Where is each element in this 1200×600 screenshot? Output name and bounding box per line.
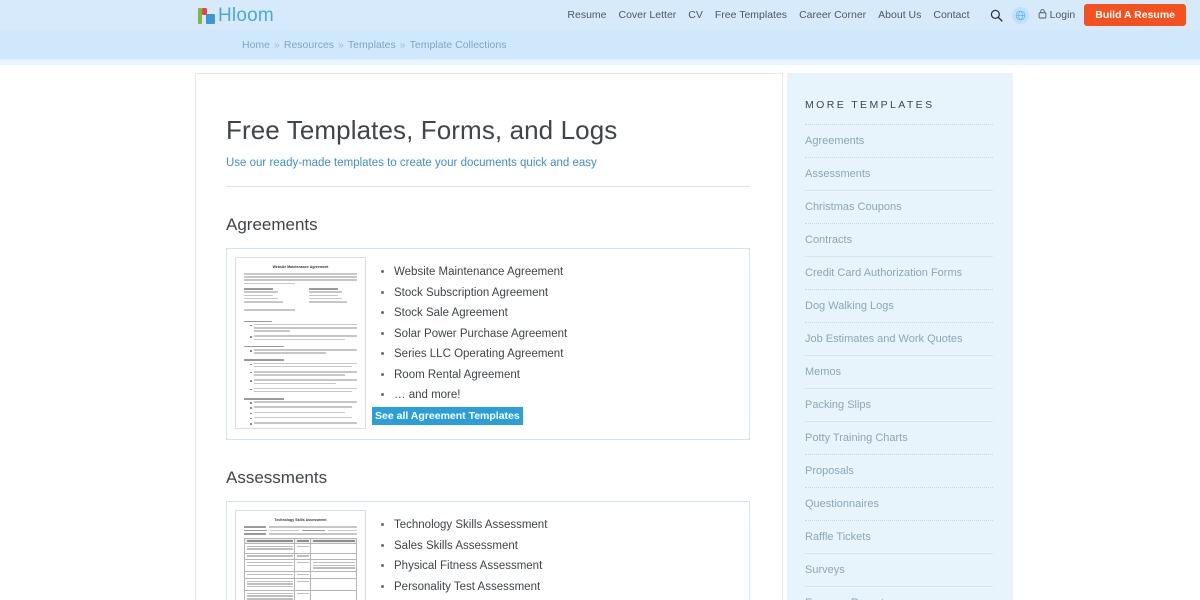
sidebar-item-packing-slips[interactable]: Packing Slips [805,389,993,421]
nav-item-career-corner[interactable]: Career Corner [799,9,866,21]
main-nav: Resume Cover Letter CV Free Templates Ca… [567,4,1186,27]
sidebar-item-raffle-tickets[interactable]: Raffle Tickets [805,521,993,553]
sidebar-item-agreements[interactable]: Agreements [805,125,993,157]
list-item[interactable]: Personality Test Assessment [394,580,547,594]
template-list-agreements: Website Maintenance Agreement Stock Subs… [366,257,567,431]
login-button[interactable]: Login [1038,8,1076,22]
breadcrumb-bar: Home » Resources » Templates » Template … [0,30,1200,59]
sidebar-item-christmas-coupons[interactable]: Christmas Coupons [805,191,993,223]
page-subtitle: Use our ready-made templates to create y… [226,157,750,169]
login-label: Login [1050,9,1076,21]
sidebar-item-expense-reports[interactable]: Expense Reports [805,587,993,600]
template-group-assessments: Technology Skills Assessment [226,501,750,600]
sidebar-item-memos[interactable]: Memos [805,356,993,388]
hloom-logo-icon [198,7,215,24]
list-item: … and more! [394,388,567,402]
list-item[interactable]: Stock Subscription Agreement [394,286,567,300]
page-body: Free Templates, Forms, and Logs Use our … [0,65,1200,600]
sidebar-item-potty-training-charts[interactable]: Potty Training Charts [805,422,993,454]
sidebar-item-job-estimates-and-work-quotes[interactable]: Job Estimates and Work Quotes [805,323,993,355]
header-tools: Login Build A Resume [990,4,1186,27]
list-item[interactable]: Room Rental Agreement [394,368,567,382]
template-thumbnail-assessment[interactable]: Technology Skills Assessment [235,510,366,600]
thumbnail-table [244,538,357,600]
list-item[interactable]: Sales Skills Assessment [394,539,547,553]
list-item[interactable]: Technology Skills Assessment [394,518,547,532]
thumbnail-title: Technology Skills Assessment [244,518,357,522]
sidebar-item-assessments[interactable]: Assessments [805,158,993,190]
see-all-agreement-templates-link[interactable]: See all Agreement Templates [372,407,523,425]
sidebar-item-surveys[interactable]: Surveys [805,554,993,586]
nav-item-free-templates[interactable]: Free Templates [715,9,787,21]
list-item[interactable]: Solar Power Purchase Agreement [394,327,567,341]
breadcrumb-separator: » [274,39,280,51]
site-header: Hloom Resume Cover Letter CV Free Templa… [0,0,1200,30]
sidebar-item-questionnaires[interactable]: Questionnaires [805,488,993,520]
sidebar-item-credit-card-authorization-forms[interactable]: Credit Card Authorization Forms [805,257,993,289]
main-content-card: Free Templates, Forms, and Logs Use our … [195,73,783,600]
list-item[interactable]: Stock Sale Agreement [394,306,567,320]
lock-icon [1038,8,1047,22]
nav-item-contact[interactable]: Contact [933,9,969,21]
breadcrumb-item-template-collections: Template Collections [410,39,507,51]
nav-item-resume[interactable]: Resume [567,9,606,21]
nav-item-cover-letter[interactable]: Cover Letter [619,9,677,21]
breadcrumb-item-resources[interactable]: Resources [284,39,334,51]
sidebar-item-dog-walking-logs[interactable]: Dog Walking Logs [805,290,993,322]
list-item[interactable]: Physical Fitness Assessment [394,559,547,573]
sidebar-title: MORE TEMPLATES [805,99,993,111]
breadcrumb-separator: » [338,39,344,51]
sidebar-more-templates: MORE TEMPLATES Agreements Assessments Ch… [787,73,1013,600]
nav-item-about-us[interactable]: About Us [878,9,921,21]
page-title: Free Templates, Forms, and Logs [226,114,750,146]
logo-text: Hloom [218,6,274,25]
build-a-resume-button[interactable]: Build A Resume [1084,4,1186,27]
template-thumbnail-agreement[interactable]: Website Maintenance Agreement [235,257,366,429]
site-logo[interactable]: Hloom [198,6,274,25]
list-item[interactable]: Website Maintenance Agreement [394,265,567,279]
breadcrumb-item-templates[interactable]: Templates [348,39,396,51]
nav-item-cv[interactable]: CV [688,9,703,21]
thumbnail-title: Website Maintenance Agreement [244,265,357,269]
sidebar-item-proposals[interactable]: Proposals [805,455,993,487]
sidebar-item-contracts[interactable]: Contracts [805,224,993,256]
list-item[interactable]: Series LLC Operating Agreement [394,347,567,361]
globe-icon[interactable] [1012,7,1029,24]
template-group-agreements: Website Maintenance Agreement [226,248,750,440]
section-heading-assessments: Assessments [226,468,750,488]
breadcrumb-separator: » [400,39,406,51]
title-divider [226,186,750,187]
section-heading-agreements: Agreements [226,215,750,235]
breadcrumb: Home » Resources » Templates » Template … [242,39,507,51]
search-icon[interactable] [990,9,1003,22]
breadcrumb-item-home[interactable]: Home [242,39,270,51]
template-list-assessments: Technology Skills Assessment Sales Skill… [366,510,547,600]
